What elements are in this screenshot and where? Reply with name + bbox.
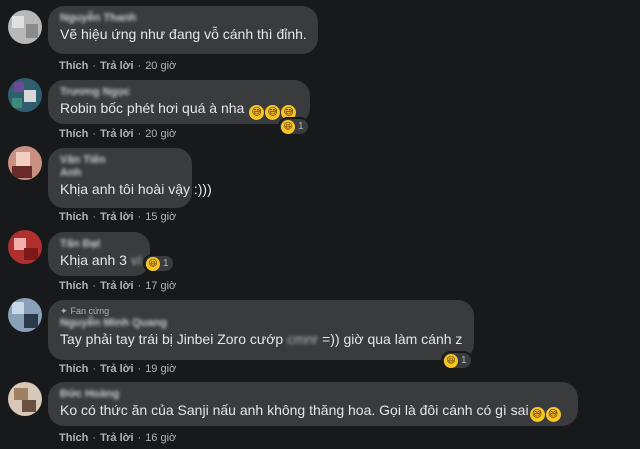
separator: · <box>92 60 97 72</box>
separator: · <box>137 211 142 223</box>
comment-text-before: Tay phải tay trái bị Jinbei Zoro cướp <box>60 331 288 347</box>
comment-actions: Thích · Trả lời · 17 giờ <box>59 280 176 292</box>
separator: · <box>137 60 142 72</box>
comment-bubble: Trương Ngọc Robin bốc phét hơi quá à nha… <box>48 80 310 124</box>
like-button[interactable]: Thích <box>59 363 88 375</box>
separator: · <box>137 128 142 140</box>
comment-time[interactable]: 20 giờ <box>145 128 176 140</box>
separator: · <box>92 432 97 444</box>
reply-button[interactable]: Trả lời <box>100 363 134 375</box>
avatar[interactable] <box>8 230 42 264</box>
comment-bubble: Nguyễn Thanh Vẽ hiệu ứng như đang vỗ cán… <box>48 6 318 54</box>
avatar-pixel <box>24 248 38 260</box>
comment-text: Vẽ hiệu ứng như đang vỗ cánh thì đỉnh. <box>60 26 307 42</box>
haha-reaction-icon: 😆 <box>444 353 458 368</box>
comment-actions: Thích · Trả lời · 15 giờ <box>59 211 176 223</box>
comment-time[interactable]: 20 giờ <box>145 60 176 72</box>
separator: · <box>92 280 97 292</box>
commenter-name[interactable]: Tấn Đạt <box>60 238 106 251</box>
comment-bubble: Đức Hoàng Ko có thức ăn của Sanji nấu an… <box>48 382 578 426</box>
like-button[interactable]: Thích <box>59 60 88 72</box>
comment-text-hidden: cmnr <box>287 331 319 347</box>
avatar-pixel <box>24 90 36 102</box>
commenter-name[interactable]: Nguyễn Minh Quang <box>60 317 462 330</box>
grinning-sweat-emoji: 😅 <box>545 407 561 422</box>
separator: · <box>137 280 142 292</box>
reaction-summary[interactable]: 😆 1 <box>441 351 473 370</box>
fan-badge-label: Fan cứng <box>70 306 110 316</box>
avatar-pixel <box>12 166 32 178</box>
comment-actions: Thích · Trả lời · 19 giờ <box>59 363 176 375</box>
avatar-pixel <box>12 16 24 28</box>
comment-actions: Thích · Trả lời · 20 giờ <box>59 128 176 140</box>
comment-time[interactable]: 16 giờ <box>145 432 176 444</box>
comment-bubble: Tấn Đạt Khịa anh 3 ví <box>48 232 150 276</box>
avatar-pixel <box>24 314 38 328</box>
comment-time[interactable]: 15 giờ <box>145 211 176 223</box>
comment-text-content: Ko có thức ăn của Sanji nấu anh không th… <box>60 402 529 418</box>
commenter-name[interactable]: Đức Hoàng <box>60 388 566 401</box>
reaction-count: 1 <box>163 258 169 269</box>
avatar[interactable] <box>8 298 42 332</box>
comment-text-content: Robin bốc phét hơi quá à nha <box>60 100 245 116</box>
haha-reaction-icon: 😆 <box>281 119 295 134</box>
reaction-count: 1 <box>298 121 304 132</box>
avatar[interactable] <box>8 382 42 416</box>
reply-button[interactable]: Trả lời <box>100 432 134 444</box>
avatar-pixel <box>12 302 24 314</box>
reply-button[interactable]: Trả lời <box>100 128 134 140</box>
avatar[interactable] <box>8 146 42 180</box>
comment-bubble: Văn Tiến Anh Khịa anh tôi hoài vậy :))) <box>48 148 212 208</box>
grinning-sweat-emoji: 😅 <box>265 105 281 120</box>
avatar[interactable] <box>8 10 42 44</box>
reply-button[interactable]: Trả lời <box>100 211 134 223</box>
like-button[interactable]: Thích <box>59 211 88 223</box>
comment-text-content: Khịa anh 3 <box>60 252 127 268</box>
commenter-name-line2[interactable]: Anh <box>60 167 82 180</box>
avatar-pixel <box>12 98 22 108</box>
comment-actions: Thích · Trả lời · 16 giờ <box>59 432 176 444</box>
commenter-name[interactable]: Nguyễn Thanh <box>60 12 306 25</box>
like-button[interactable]: Thích <box>59 432 88 444</box>
avatar-pixel <box>22 400 36 412</box>
comment-text: Tay phải tay trái bị Jinbei Zoro cướp cm… <box>60 330 462 349</box>
comment-text: Robin bốc phét hơi quá à nha 😅 😅 😅 <box>60 99 298 120</box>
avatar[interactable] <box>8 78 42 112</box>
commenter-name[interactable]: Văn Tiến <box>60 154 180 167</box>
commenter-name[interactable]: Trương Ngọc <box>60 86 298 99</box>
comment-time[interactable]: 19 giờ <box>145 363 176 375</box>
separator: · <box>92 128 97 140</box>
reaction-count: 1 <box>461 355 467 366</box>
separator: · <box>92 211 97 223</box>
like-button[interactable]: Thích <box>59 128 88 140</box>
grinning-sweat-emoji: 😅 <box>249 105 265 120</box>
star-icon: ✦ <box>60 306 68 316</box>
separator: · <box>137 363 142 375</box>
reply-button[interactable]: Trả lời <box>100 60 134 72</box>
comment-text: Ko có thức ăn của Sanji nấu anh không th… <box>60 401 566 422</box>
separator: · <box>92 363 97 375</box>
fan-badge: ✦ Fan cứng <box>60 306 462 317</box>
avatar-pixel <box>14 82 24 92</box>
comment-text-after: =)) giờ qua làm cánh z <box>318 331 463 347</box>
avatar-pixel <box>14 388 28 400</box>
comment-text: Khịa anh 3 ví <box>60 251 142 270</box>
comment-time[interactable]: 17 giờ <box>145 280 176 292</box>
like-button[interactable]: Thích <box>59 280 88 292</box>
comment-actions: Thích · Trả lời · 20 giờ <box>59 60 176 72</box>
comment-text-hidden: ví <box>130 252 142 268</box>
comment-bubble: ✦ Fan cứng Nguyễn Minh Quang Tay phải tay… <box>48 300 474 360</box>
separator: · <box>137 432 142 444</box>
grinning-sweat-emoji: 😅 <box>529 407 545 422</box>
reaction-summary[interactable]: 😆 1 <box>143 254 175 273</box>
avatar-pixel <box>26 24 38 38</box>
reply-button[interactable]: Trả lời <box>100 280 134 292</box>
avatar-pixel <box>16 152 30 166</box>
comment-text: Khịa anh tôi hoài vậy :))) <box>60 181 212 197</box>
reaction-summary[interactable]: 😆 1 <box>278 117 310 136</box>
haha-reaction-icon: 😆 <box>146 256 160 271</box>
